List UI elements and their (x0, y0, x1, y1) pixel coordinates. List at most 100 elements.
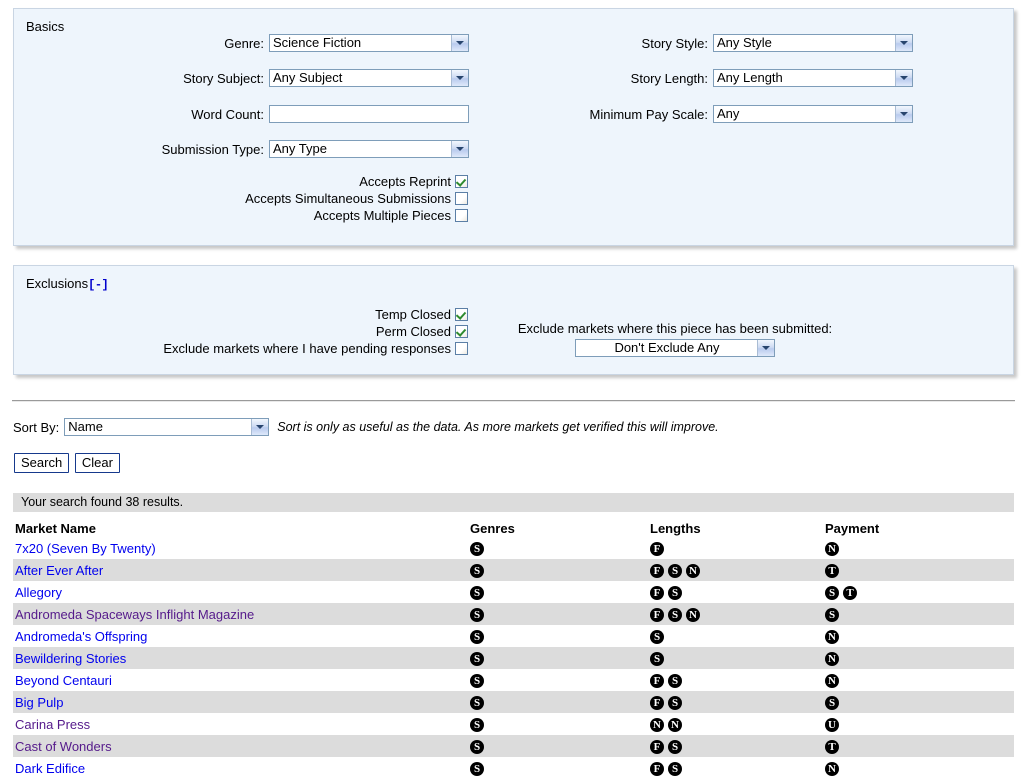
results-table: Market Name Genres Lengths Payment 7x20 … (13, 519, 1014, 779)
column-header-lengths[interactable]: Lengths (648, 519, 823, 537)
chevron-down-icon[interactable] (451, 141, 468, 157)
length-badge-n: N (650, 717, 664, 732)
exclusions-collapse-toggle[interactable]: [-] (88, 278, 109, 292)
story-length-select[interactable]: Any Length (713, 69, 913, 87)
column-header-genres[interactable]: Genres (468, 519, 648, 537)
story-style-label: Story Style: (641, 35, 708, 51)
accepts-simultaneous-checkbox[interactable] (455, 192, 468, 205)
checkbox-row-perm-closed[interactable]: Perm Closed (14, 324, 468, 339)
submitted-exclusion-select[interactable]: Don't Exclude Any (575, 339, 775, 357)
sort-by-select[interactable]: Name (64, 418, 270, 436)
chevron-down-icon[interactable] (895, 70, 912, 86)
payment-badge-n: N (825, 761, 839, 776)
market-name-link[interactable]: Big Pulp (15, 695, 63, 710)
market-name-link[interactable]: Dark Edifice (15, 761, 85, 776)
minimum-pay-scale-select[interactable]: Any (713, 105, 913, 123)
cell-lengths: NN (648, 713, 823, 735)
checkbox-row-pending-responses[interactable]: Exclude markets where I have pending res… (14, 341, 468, 356)
chevron-down-icon[interactable] (895, 35, 912, 51)
cell-genres: S (468, 581, 648, 603)
cell-payment: N (823, 537, 1014, 559)
chevron-down-icon[interactable] (451, 70, 468, 86)
cell-lengths: S (648, 647, 823, 669)
story-subject-select[interactable]: Any Subject (269, 69, 469, 87)
chevron-down-icon[interactable] (251, 419, 269, 435)
chevron-down-icon[interactable] (895, 106, 912, 122)
genre-badge-s: S (470, 739, 484, 754)
checkbox-row-temp-closed[interactable]: Temp Closed (14, 307, 468, 322)
pending-responses-label: Exclude markets where I have pending res… (163, 341, 451, 356)
chevron-down-icon[interactable] (451, 35, 468, 51)
accepts-reprint-checkbox[interactable] (455, 175, 468, 188)
temp-closed-checkbox[interactable] (455, 308, 468, 321)
table-row: 7x20 (Seven By Twenty) S F N (13, 537, 1014, 559)
basics-legend: Basics (26, 19, 64, 34)
table-row: After Ever After S F S N T (13, 559, 1014, 581)
market-name-link[interactable]: Cast of Wonders (15, 739, 112, 754)
search-button[interactable]: Search (14, 453, 70, 473)
clear-button[interactable]: Clear (74, 453, 120, 473)
minimum-pay-scale-label: Minimum Pay Scale: (589, 106, 708, 122)
length-badge-n: N (686, 563, 700, 578)
market-name-link[interactable]: Bewildering Stories (15, 651, 126, 666)
action-buttons: Search Clear (14, 453, 120, 473)
chevron-down-icon[interactable] (757, 340, 774, 356)
cell-payment: T (823, 735, 1014, 757)
field-row-story-style: Story Style: Any Style (469, 34, 913, 52)
field-row-genre: Genre: Science Fiction (14, 34, 469, 52)
table-row: Carina Press S N N U (13, 713, 1014, 735)
length-badge-s: S (668, 739, 682, 754)
cell-genres: S (468, 691, 648, 713)
cell-genres: S (468, 603, 648, 625)
submission-type-select[interactable]: Any Type (269, 140, 469, 158)
table-row: Cast of Wonders S F S T (13, 735, 1014, 757)
length-badge-s: S (650, 629, 664, 644)
accepts-simultaneous-label: Accepts Simultaneous Submissions (245, 191, 451, 206)
checkbox-row-accepts-simultaneous[interactable]: Accepts Simultaneous Submissions (14, 191, 468, 206)
sort-by-select-value: Name (68, 419, 103, 434)
genre-select[interactable]: Science Fiction (269, 34, 469, 52)
payment-badge-s: S (825, 607, 839, 622)
accepts-multiple-pieces-checkbox[interactable] (455, 209, 468, 222)
table-row: Allegory S F S S T (13, 581, 1014, 603)
genre-badge-s: S (470, 673, 484, 688)
cell-payment: S (823, 691, 1014, 713)
submitted-exclusion-select-value: Don't Exclude Any (614, 340, 720, 355)
genre-badge-s: S (470, 695, 484, 710)
column-header-payment[interactable]: Payment (823, 519, 1014, 537)
genre-badge-s: S (470, 563, 484, 578)
column-header-market-name[interactable]: Market Name (13, 519, 468, 537)
section-divider (12, 400, 1015, 402)
checkbox-row-accepts-reprint[interactable]: Accepts Reprint (14, 174, 468, 189)
exclusions-panel: Exclusions[-] Temp Closed Perm Closed Ex… (13, 265, 1014, 375)
table-row: Big Pulp S F S S (13, 691, 1014, 713)
market-name-link[interactable]: Andromeda Spaceways Inflight Magazine (15, 607, 254, 622)
table-header-row: Market Name Genres Lengths Payment (13, 519, 1014, 537)
market-name-link[interactable]: Beyond Centauri (15, 673, 112, 688)
market-name-link[interactable]: Andromeda's Offspring (15, 629, 147, 644)
checkbox-row-accepts-multiple-pieces[interactable]: Accepts Multiple Pieces (14, 208, 468, 223)
length-badge-s: S (668, 695, 682, 710)
perm-closed-checkbox[interactable] (455, 325, 468, 338)
length-badge-f: F (650, 673, 664, 688)
cell-genres: S (468, 625, 648, 647)
genre-badge-s: S (470, 651, 484, 666)
perm-closed-label: Perm Closed (375, 324, 451, 339)
cell-lengths: S (648, 625, 823, 647)
cell-market-name: Beyond Centauri (13, 669, 468, 691)
length-badge-f: F (650, 739, 664, 754)
genre-badge-s: S (470, 585, 484, 600)
cell-lengths: FS (648, 735, 823, 757)
story-style-select[interactable]: Any Style (713, 34, 913, 52)
market-name-link[interactable]: Carina Press (15, 717, 90, 732)
pending-responses-checkbox[interactable] (455, 342, 468, 355)
market-name-link[interactable]: Allegory (15, 585, 62, 600)
length-badge-f: F (650, 541, 664, 556)
market-name-link[interactable]: 7x20 (Seven By Twenty) (15, 541, 156, 556)
word-count-input[interactable] (269, 105, 469, 123)
market-name-link[interactable]: After Ever After (15, 563, 103, 578)
submitted-exclusion-label: Exclude markets where this piece has bee… (517, 321, 833, 336)
submission-type-label: Submission Type: (161, 141, 264, 157)
genre-badge-s: S (470, 541, 484, 556)
genre-badge-s: S (470, 717, 484, 732)
